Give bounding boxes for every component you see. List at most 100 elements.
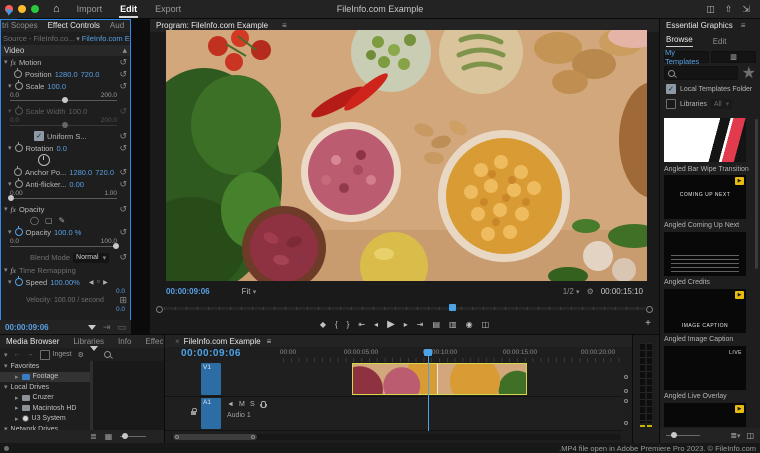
rotation-row[interactable]: ▾ Rotation 0.0 ↺ (0, 142, 131, 154)
menu-edit[interactable]: Edit (119, 2, 138, 18)
template-thumbnail[interactable]: COMING UP NEXT▶ (664, 175, 746, 219)
opacity-effect-row[interactable]: ▾fx Opacity ↺ (0, 203, 131, 215)
thumbnail-size-slider[interactable] (666, 435, 700, 436)
position-x-value[interactable]: 1280.0 (55, 70, 78, 79)
next-keyframe-icon[interactable]: ▶ (103, 279, 108, 286)
grid-view-icon[interactable]: ▥ (711, 51, 756, 63)
go-to-out-button[interactable]: ⇥ (417, 320, 424, 329)
disclosure-icon[interactable]: ▸ (15, 415, 19, 423)
search-box[interactable] (664, 66, 738, 80)
menu-export[interactable]: Export (154, 2, 182, 16)
tab-aud[interactable]: Aud (110, 21, 124, 30)
template-item[interactable]: ▶ (664, 403, 746, 427)
workspaces-icon[interactable]: ◫ (706, 4, 715, 15)
local-templates-row[interactable]: ✓ Local Templates Folder (666, 84, 754, 94)
stopwatch-icon[interactable] (14, 168, 22, 176)
prev-keyframe-icon[interactable]: ◀ (89, 279, 94, 286)
timeline-timecode[interactable]: 00:00:09:06 (181, 348, 241, 359)
tab-media-browser[interactable]: Media Browser (6, 337, 59, 346)
playback-resolution-select[interactable]: 1/2 ▾ (563, 287, 580, 296)
anchor-x-value[interactable]: 1280.0 (69, 168, 92, 177)
reset-icon[interactable]: ↺ (119, 81, 127, 92)
disclosure-icon[interactable]: ▸ (15, 394, 19, 402)
minimize-window-button[interactable] (18, 5, 26, 13)
ingest-checkbox[interactable] (40, 350, 50, 360)
close-tab-icon[interactable]: × (175, 337, 180, 346)
menu-import[interactable]: Import (76, 2, 104, 16)
step-back-button[interactable]: ◂ (374, 320, 378, 329)
comparison-view-button[interactable]: ◫ (482, 320, 490, 329)
speaker-icon[interactable]: ◄ (227, 401, 234, 408)
zoom-handle-left[interactable] (156, 306, 163, 313)
stopwatch-icon[interactable] (15, 180, 23, 188)
mute-button[interactable]: M (239, 401, 245, 408)
search-input[interactable] (678, 69, 734, 78)
zoom-level-select[interactable]: Fit ▾ (242, 287, 257, 296)
scale-value[interactable]: 100.0 (47, 82, 66, 91)
rotation-dial[interactable] (38, 154, 50, 166)
rect-mask-icon[interactable]: ▢ (45, 216, 53, 225)
reset-icon[interactable]: ↺ (119, 167, 127, 178)
timeline-tab[interactable]: FileInfo.com Example (184, 337, 261, 346)
disclosure-icon[interactable]: ▾ (4, 383, 8, 391)
forward-icon[interactable]: → (27, 351, 34, 358)
step-forward-button[interactable]: ▸ (404, 320, 408, 329)
filter-icon[interactable] (88, 325, 96, 330)
export-frame-button[interactable]: ◉ (466, 320, 473, 329)
source-clip-name[interactable]: FileInfo.com Ex... (82, 34, 131, 43)
solo-button[interactable]: S (250, 401, 255, 408)
tree-item-local-drives[interactable]: ▾Local Drives (0, 382, 90, 393)
libraries-checkbox[interactable] (666, 99, 676, 109)
add-keyframe-icon[interactable]: ○ (96, 279, 100, 285)
ingest-toggle[interactable]: Ingest (40, 350, 72, 360)
play-button[interactable]: ▶ (387, 319, 395, 330)
list-view-icon[interactable]: ≣▾ (730, 431, 740, 440)
template-angled-coming-up-next[interactable]: COMING UP NEXT▶Angled Coming Up Next (664, 175, 746, 229)
opacity-slider[interactable]: 0.0100.0 (0, 238, 131, 251)
template-angled-image-caption[interactable]: IMAGE CAPTION▶Angled Image Caption (664, 289, 746, 343)
position-y-value[interactable]: 720.0 (81, 70, 100, 79)
stopwatch-icon[interactable] (15, 228, 23, 236)
tree-item-macintosh-hd[interactable]: ▸Macintosh HD (0, 403, 90, 414)
tab-edit[interactable]: Edit (713, 37, 727, 46)
reset-icon[interactable]: ↺ (119, 204, 127, 215)
tab-tri-scopes[interactable]: tri Scopes (2, 21, 38, 30)
disclosure-icon[interactable]: ▾ (4, 362, 8, 370)
template-angled-credits[interactable]: Angled Credits (664, 232, 746, 286)
reset-icon[interactable]: ↺ (119, 179, 127, 190)
timeline-hscrollbar[interactable] (171, 434, 621, 440)
motion-effect-row[interactable]: ▾fx Motion ↺ (0, 56, 131, 68)
stopwatch-icon[interactable] (15, 144, 23, 152)
clip-segment-1[interactable] (353, 364, 437, 394)
stopwatch-icon[interactable] (15, 278, 23, 286)
extract-button[interactable]: ▥ (449, 320, 457, 329)
essential-graphics-title[interactable]: Essential Graphics (666, 21, 733, 30)
my-templates-select[interactable]: My Templates (664, 51, 709, 63)
template-angled-bar-wipe-transition[interactable]: Angled Bar Wipe Transitioni★ (664, 118, 746, 174)
anti-flicker-row[interactable]: ▾ Anti-flicker... 0.00 ↺ (0, 178, 131, 190)
reset-icon[interactable]: ↺ (119, 252, 127, 263)
reset-icon[interactable]: ↺ (119, 57, 127, 68)
zoom-handle-right[interactable] (646, 306, 653, 313)
anti-flicker-value[interactable]: 0.00 (69, 180, 84, 189)
reset-icon[interactable]: ↺ (119, 227, 127, 238)
reset-icon[interactable]: ↺ (119, 131, 127, 142)
template-thumbnail[interactable] (664, 118, 746, 162)
tab-libraries[interactable]: Libraries (73, 337, 104, 346)
ellipse-mask-icon[interactable]: ◯ (30, 216, 39, 225)
home-icon[interactable]: ⌂ (53, 4, 60, 14)
disclosure-icon[interactable]: ▸ (15, 373, 19, 381)
filter-icon[interactable] (90, 351, 98, 358)
thumbnail-view-icon[interactable]: ▦ (105, 432, 113, 441)
template-angled-live-overlay[interactable]: LIVEAngled Live Overlay (664, 346, 746, 400)
panel-menu-icon[interactable]: ≡ (267, 337, 272, 346)
timeline-ruler[interactable]: 00:0000:00:05:0000:00:10:0000:00:15:0000… (283, 349, 622, 362)
fullscreen-icon[interactable]: ⇲ (742, 4, 750, 15)
voiceover-mic-icon[interactable] (261, 401, 266, 408)
play-only-icon[interactable]: ⇥ (103, 322, 111, 333)
speed-value[interactable]: 100.00% (50, 278, 80, 287)
scale-slider[interactable]: 0.0200.0 (0, 92, 131, 105)
add-marker-button[interactable]: ◆ (320, 320, 326, 329)
anchor-point-row[interactable]: Anchor Po... 1280.0 720.0 ↺ (0, 166, 131, 178)
effect-controls-timecode[interactable]: 00:00:09:06 (5, 323, 49, 332)
